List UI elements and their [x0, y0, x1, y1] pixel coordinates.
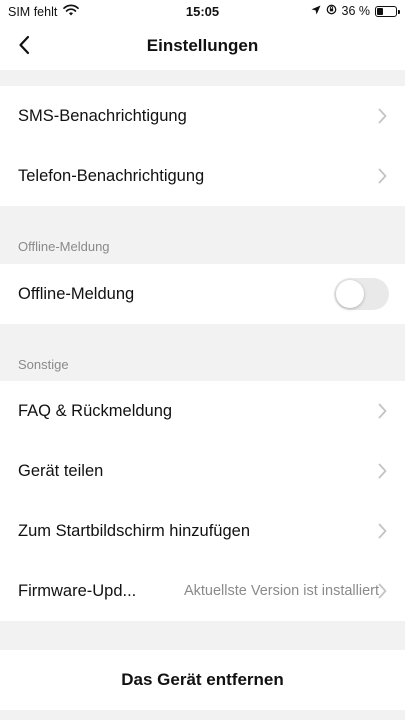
firmware-update-row[interactable]: Firmware-Upd... Aktuellste Version ist i…: [0, 561, 405, 621]
page-title: Einstellungen: [146, 36, 259, 55]
faq-feedback-label: FAQ & Rückmeldung: [18, 401, 173, 420]
remove-device-button[interactable]: Das Gerät entfernen: [0, 650, 405, 710]
battery-level-fill: [377, 7, 384, 15]
chevron-right-icon: [378, 583, 387, 599]
toggle-knob: [336, 280, 364, 308]
phone-notification-row[interactable]: Telefon-Benachrichtigung: [0, 146, 405, 206]
status-bar: SIM fehlt 15:05 36 %: [0, 0, 405, 24]
faq-feedback-row[interactable]: FAQ & Rückmeldung: [0, 381, 405, 441]
sms-notification-label: SMS-Benachrichtigung: [18, 106, 187, 125]
battery-icon: [375, 5, 400, 17]
add-to-home-screen-row[interactable]: Zum Startbildschirm hinzufügen: [0, 501, 405, 561]
chevron-right-icon: [378, 403, 387, 419]
navigation-bar: Einstellungen: [0, 24, 405, 70]
share-device-label: Gerät teilen: [18, 461, 104, 480]
other-group: FAQ & Rückmeldung Gerät teilen Zum Start…: [0, 381, 405, 621]
chevron-right-icon: [378, 108, 387, 124]
add-to-home-screen-label: Zum Startbildschirm hinzufügen: [18, 521, 251, 540]
phone-notification-label: Telefon-Benachrichtigung: [18, 166, 205, 185]
firmware-update-label: Firmware-Upd...: [18, 581, 137, 600]
battery-percent: 36 %: [341, 4, 371, 18]
notification-group: SMS-Benachrichtigung Telefon-Benachricht…: [0, 86, 405, 206]
offline-group: Offline-Meldung: [0, 264, 405, 324]
firmware-status-value: Aktuellste Version ist installiert: [183, 583, 379, 599]
chevron-right-icon: [378, 463, 387, 479]
chevron-right-icon: [378, 168, 387, 184]
status-bar-right: 36 %: [311, 4, 400, 18]
offline-alert-label: Offline-Meldung: [18, 284, 135, 303]
orientation-lock-icon: [326, 4, 337, 18]
chevron-right-icon: [378, 523, 387, 539]
other-section-header: Sonstige: [18, 357, 69, 372]
share-device-row[interactable]: Gerät teilen: [0, 441, 405, 501]
location-arrow-icon: [311, 4, 321, 18]
offline-alert-toggle[interactable]: [334, 278, 389, 310]
offline-section-header: Offline-Meldung: [18, 239, 110, 254]
sms-notification-row[interactable]: SMS-Benachrichtigung: [0, 86, 405, 146]
